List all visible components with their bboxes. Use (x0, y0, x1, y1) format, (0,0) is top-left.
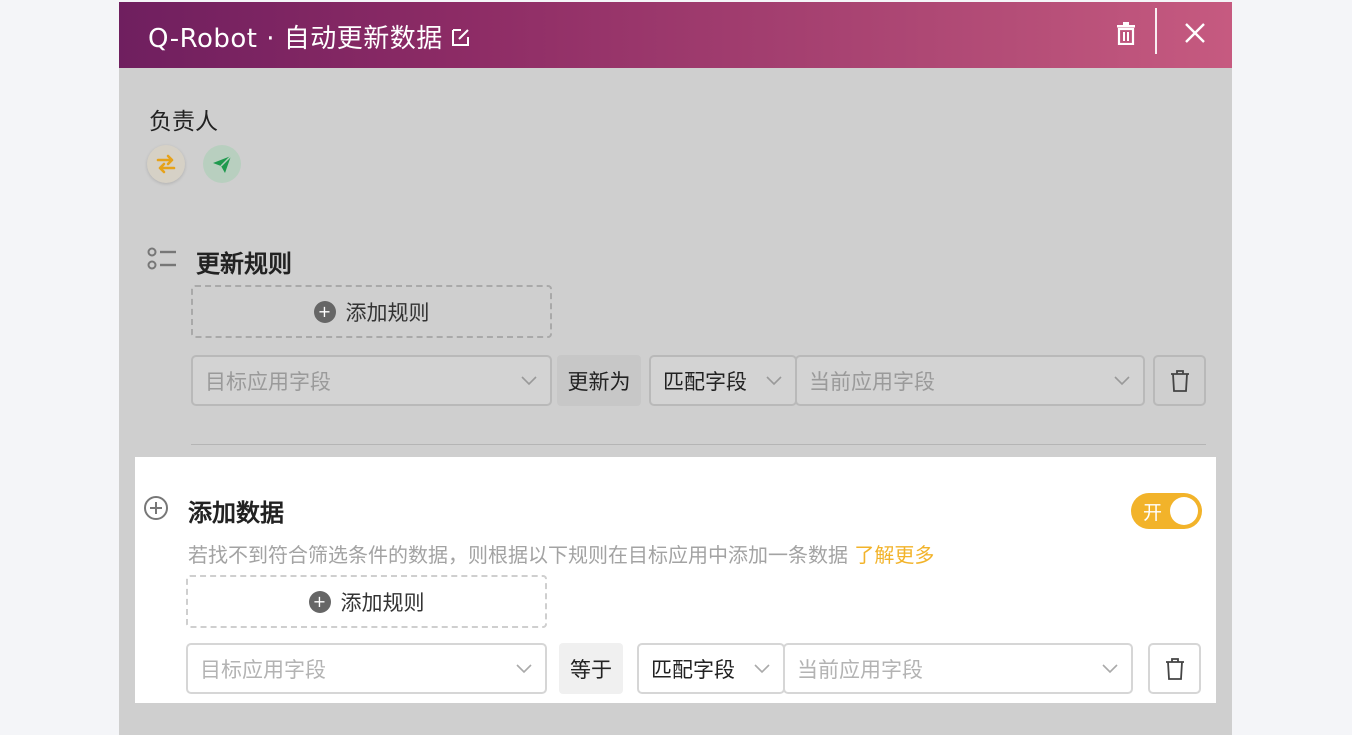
swap-owner-button[interactable] (147, 145, 185, 183)
bottom-strip (119, 703, 1232, 735)
dialog-title: Q-Robot · 自动更新数据 (148, 24, 443, 54)
plus-icon: + (308, 590, 331, 613)
close-icon[interactable] (1183, 21, 1207, 45)
dialog-header: Q-Robot · 自动更新数据 (119, 2, 1232, 68)
chevron-down-icon (1102, 664, 1118, 674)
current-field-select[interactable]: 当前应用字段 (783, 643, 1133, 694)
plus-icon: + (313, 300, 336, 323)
chevron-down-icon (521, 376, 537, 386)
update-operator-label: 更新为 (557, 355, 641, 406)
current-field-select[interactable]: 当前应用字段 (795, 355, 1145, 406)
add-data-rule-button[interactable]: + 添加规则 (186, 575, 547, 628)
dialog: Q-Robot · 自动更新数据 负责人 更新规则 + 添加规则 目标应用字段 … (119, 2, 1232, 735)
add-circle-icon (144, 496, 168, 520)
current-field-placeholder: 当前应用字段 (797, 657, 923, 682)
add-rule-label: 添加规则 (345, 300, 430, 325)
chevron-down-icon (766, 376, 782, 386)
rules-list-icon (147, 247, 176, 270)
chevron-down-icon (516, 664, 532, 674)
equals-operator-label: 等于 (559, 643, 623, 694)
update-rules-title: 更新规则 (196, 250, 292, 278)
chevron-down-icon (754, 664, 770, 674)
section-divider (191, 444, 1206, 445)
current-field-placeholder: 当前应用字段 (809, 369, 935, 394)
match-type-value: 匹配字段 (663, 369, 747, 394)
delete-rule-button[interactable] (1153, 355, 1206, 406)
target-field-placeholder: 目标应用字段 (200, 657, 326, 682)
add-rule-label: 添加规则 (340, 590, 425, 615)
send-icon (213, 155, 232, 173)
add-update-rule-button[interactable]: + 添加规则 (191, 285, 552, 338)
target-field-select[interactable]: 目标应用字段 (186, 643, 547, 694)
description-text: 若找不到符合筛选条件的数据，则根据以下规则在目标应用中添加一条数据 (188, 543, 848, 567)
add-data-toggle[interactable]: 开 (1131, 493, 1202, 529)
add-data-description: 若找不到符合筛选条件的数据，则根据以下规则在目标应用中添加一条数据 了解更多 (188, 539, 934, 568)
send-button[interactable] (203, 145, 241, 183)
match-type-select[interactable]: 匹配字段 (637, 643, 785, 694)
match-type-value: 匹配字段 (651, 657, 735, 682)
target-field-select[interactable]: 目标应用字段 (191, 355, 552, 406)
add-data-title: 添加数据 (188, 499, 284, 527)
owner-label: 负责人 (149, 109, 218, 135)
target-field-placeholder: 目标应用字段 (205, 369, 331, 394)
toggle-label: 开 (1143, 502, 1163, 524)
match-type-select[interactable]: 匹配字段 (649, 355, 797, 406)
chevron-down-icon (1114, 376, 1130, 386)
trash-icon (1170, 369, 1189, 392)
header-separator (1155, 8, 1157, 54)
add-data-panel: 添加数据 开 若找不到符合筛选条件的数据，则根据以下规则在目标应用中添加一条数据… (135, 457, 1216, 703)
edit-icon[interactable] (450, 26, 472, 48)
trash-icon (1165, 657, 1184, 680)
delete-rule-button[interactable] (1148, 643, 1201, 694)
swap-icon (156, 154, 176, 174)
learn-more-link[interactable]: 了解更多 (854, 543, 934, 567)
trash-icon[interactable] (1115, 21, 1137, 45)
toggle-knob (1170, 497, 1198, 525)
